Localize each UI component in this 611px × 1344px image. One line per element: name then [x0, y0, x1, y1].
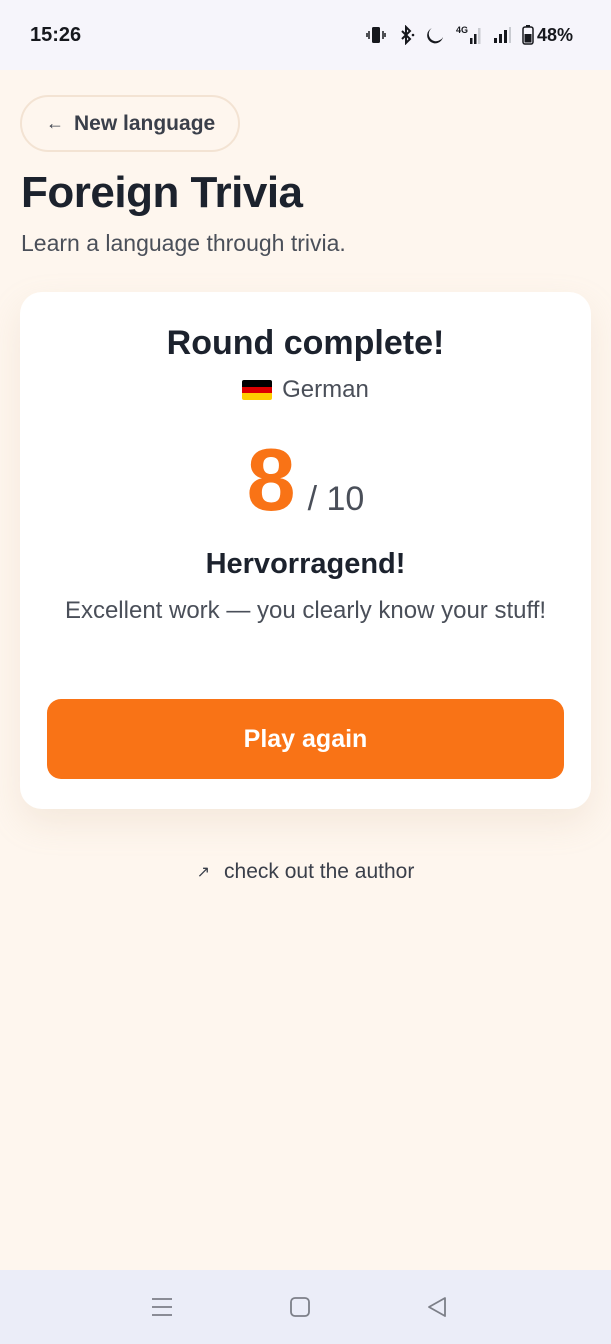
flag-stripe-red	[242, 386, 273, 394]
score-row: 8 / 10	[20, 436, 591, 524]
author-link-label: check out the author	[224, 860, 415, 883]
new-language-label: New language	[74, 111, 216, 135]
result-card: Round complete! German 8 / 10 Hervorrage…	[20, 292, 591, 809]
round-complete-title: Round complete!	[166, 324, 445, 362]
back-arrow-icon: ←	[46, 113, 64, 133]
signal-icon	[492, 25, 512, 45]
play-again-button[interactable]: Play again	[47, 699, 564, 779]
flag-stripe-gold	[242, 393, 273, 400]
svg-text:4G: 4G	[456, 25, 468, 35]
signal-4g-icon: 4G	[456, 24, 482, 46]
rating-message: Excellent work — you clearly know your s…	[64, 597, 547, 624]
status-bar: 15:26 4G 48%	[0, 0, 611, 70]
vibrate-icon	[366, 25, 386, 45]
battery-percent: 48%	[536, 24, 573, 45]
menu-icon[interactable]	[148, 1293, 176, 1321]
status-icons: 4G 48%	[366, 24, 573, 46]
battery-icon	[522, 25, 534, 45]
new-language-button[interactable]: ← New language	[20, 95, 240, 152]
author-link[interactable]: ↗ check out the author	[0, 860, 611, 884]
german-flag-icon	[242, 380, 273, 400]
language-name: German	[282, 376, 369, 403]
language-row: German	[20, 376, 591, 404]
moon-icon	[426, 25, 446, 45]
rating-title: Hervorragend!	[205, 548, 406, 580]
navigation-bar	[0, 1270, 611, 1344]
score-value: 8	[246, 430, 296, 529]
home-square-icon[interactable]	[286, 1293, 314, 1321]
page-title: Foreign Trivia	[21, 168, 303, 217]
external-link-icon: ↗	[196, 864, 211, 881]
bluetooth-icon	[396, 25, 416, 45]
flag-stripe-black	[242, 380, 273, 387]
back-triangle-icon[interactable]	[423, 1293, 451, 1321]
battery-indicator: 48%	[522, 25, 573, 46]
score-total: / 10	[307, 480, 365, 518]
status-time: 15:26	[30, 23, 82, 46]
page-subtitle: Learn a language through trivia.	[21, 230, 346, 256]
